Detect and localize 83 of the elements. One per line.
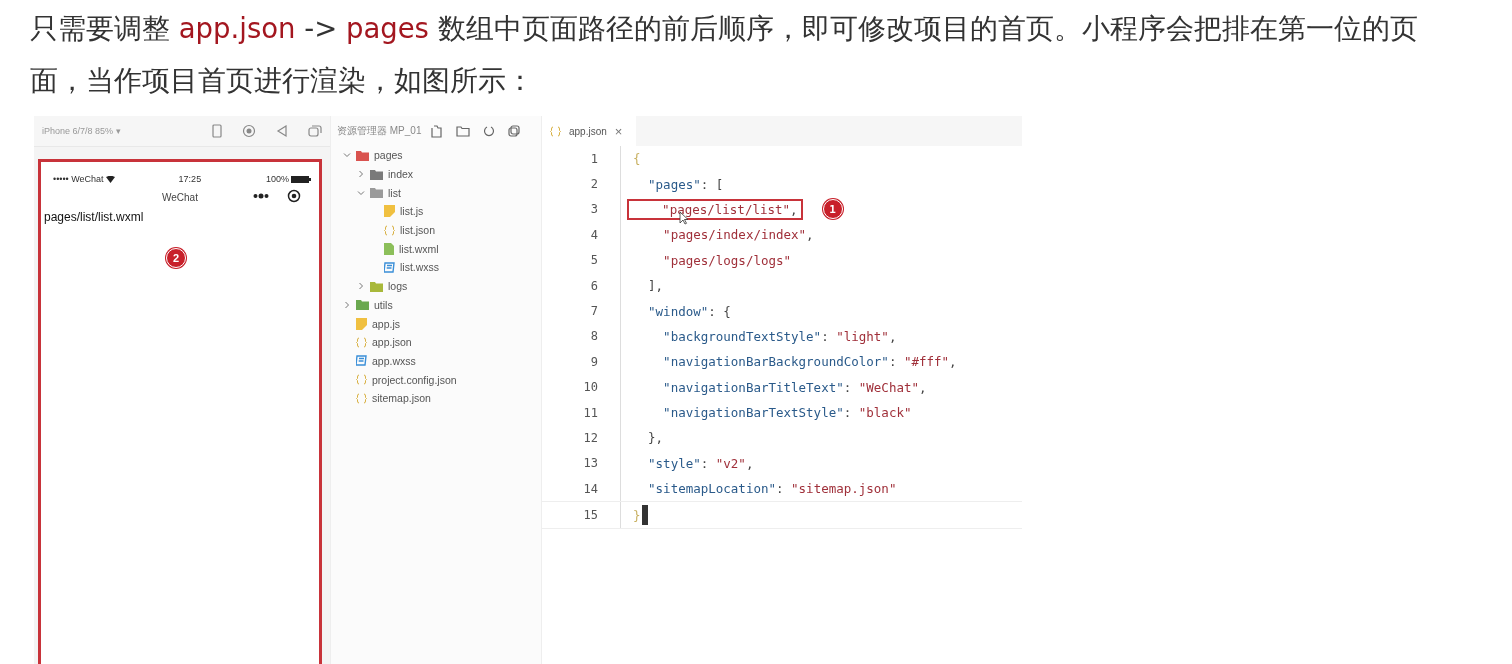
- close-target-icon[interactable]: [287, 189, 301, 203]
- close-button[interactable]: ×: [614, 123, 623, 139]
- line-number: 6: [589, 278, 598, 293]
- page-text: pages/list/list.wxml: [43, 210, 145, 224]
- line-number: 12: [582, 431, 598, 445]
- braces-icon: [384, 224, 395, 236]
- code-line: }: [633, 507, 641, 523]
- code-line: "backgroundTextStyle": "light",: [662, 328, 897, 344]
- line-number: 5: [589, 253, 598, 268]
- explorer-title: 资源管理器 MP_01: [337, 124, 422, 138]
- code-line: "navigationBarTextStyle": "black": [662, 405, 912, 421]
- tree-item[interactable]: utils: [374, 298, 393, 311]
- code-line: "window": {: [647, 303, 731, 319]
- triangle-icon[interactable]: [275, 124, 289, 138]
- line-number: 4: [589, 227, 598, 242]
- braces-icon: [356, 392, 367, 404]
- tree-item[interactable]: list.json: [400, 224, 435, 237]
- tree-item[interactable]: list.wxml: [399, 242, 439, 255]
- line-number: 3: [589, 202, 598, 217]
- editor-tab[interactable]: app.json ×: [542, 116, 637, 146]
- marker-badge: 1: [822, 199, 843, 220]
- code-line: "navigationBarTitleText": "WeChat",: [662, 379, 927, 395]
- tree-item[interactable]: project.config.json: [372, 373, 457, 386]
- braces-icon: [356, 336, 367, 348]
- tree-item[interactable]: sitemap.json: [372, 392, 431, 405]
- css-file-icon: [356, 355, 367, 367]
- css-file-icon: [384, 261, 395, 273]
- line-number: 14: [582, 481, 598, 496]
- code-line: "sitemapLocation": "sitemap.json": [647, 481, 897, 497]
- windows-icon[interactable]: [308, 124, 322, 138]
- line-number: 11: [582, 405, 598, 420]
- code-line: "style": "v2",: [647, 455, 754, 471]
- carrier-label: ••••• WeChat: [53, 174, 104, 184]
- capsule-menu[interactable]: [253, 188, 301, 204]
- tree-item[interactable]: logs: [388, 280, 408, 293]
- chevron-right-icon[interactable]: [357, 282, 365, 291]
- battery-label: 100%: [265, 174, 289, 184]
- collapse-icon[interactable]: [508, 125, 521, 137]
- line-number: 15: [582, 508, 598, 523]
- line-number: 13: [582, 456, 598, 471]
- code-line: "pages/index/index",: [662, 227, 814, 243]
- wifi-icon: [105, 175, 115, 183]
- marker-badge: 2: [166, 248, 186, 268]
- code-line: ],: [647, 278, 664, 294]
- line-number: 2: [589, 177, 598, 192]
- js-file-icon: [384, 205, 395, 218]
- tree-item[interactable]: list.wxss: [400, 261, 440, 274]
- tree-item[interactable]: list.js: [400, 205, 424, 218]
- new-file-icon[interactable]: [430, 124, 444, 138]
- chevron-right-icon[interactable]: [343, 300, 351, 309]
- line-number: 10: [582, 380, 598, 395]
- line-number: 8: [589, 329, 598, 344]
- tree-item[interactable]: app.wxss: [372, 354, 416, 367]
- record-icon[interactable]: [242, 124, 256, 138]
- line-number: 1: [589, 151, 598, 166]
- code-line: "pages/logs/logs": [662, 252, 792, 268]
- tree-item[interactable]: app.json: [372, 336, 412, 349]
- tab-label: app.json: [569, 125, 607, 137]
- chevron-right-icon[interactable]: [357, 170, 365, 179]
- chevron-down-icon[interactable]: [357, 188, 365, 197]
- code-line: {: [633, 151, 641, 167]
- chevron-down-icon[interactable]: [343, 151, 351, 160]
- code-line: "navigationBarBackgroundColor": "#fff",: [662, 354, 957, 370]
- tree-item[interactable]: index: [388, 168, 414, 181]
- battery-icon: [291, 175, 311, 183]
- nav-title: WeChat: [162, 191, 198, 203]
- js-file-icon: [356, 317, 367, 330]
- new-folder-icon[interactable]: [456, 125, 471, 137]
- tree-item[interactable]: pages: [374, 149, 403, 162]
- more-icon[interactable]: [253, 193, 269, 199]
- code-line: "pages": [: [647, 176, 724, 192]
- paragraph: 只需要调整 app.json -> pages 数组中页面路径的前后顺序，即可修改项目的首页。小程序会把排在第一位的页面，当作项目首页进行渲染，如图所示：: [29, 11, 1419, 98]
- time-label: 17:25: [178, 174, 202, 184]
- line-number: 7: [589, 304, 598, 319]
- file-icon: [384, 242, 394, 255]
- braces-icon: [550, 125, 561, 137]
- code-line: },: [647, 430, 664, 446]
- phone-icon[interactable]: [211, 124, 223, 138]
- refresh-icon[interactable]: [483, 125, 496, 137]
- tree-item[interactable]: app.js: [372, 317, 401, 330]
- line-number: 9: [589, 354, 598, 369]
- braces-icon: [356, 374, 367, 386]
- tree-item[interactable]: list: [388, 186, 401, 199]
